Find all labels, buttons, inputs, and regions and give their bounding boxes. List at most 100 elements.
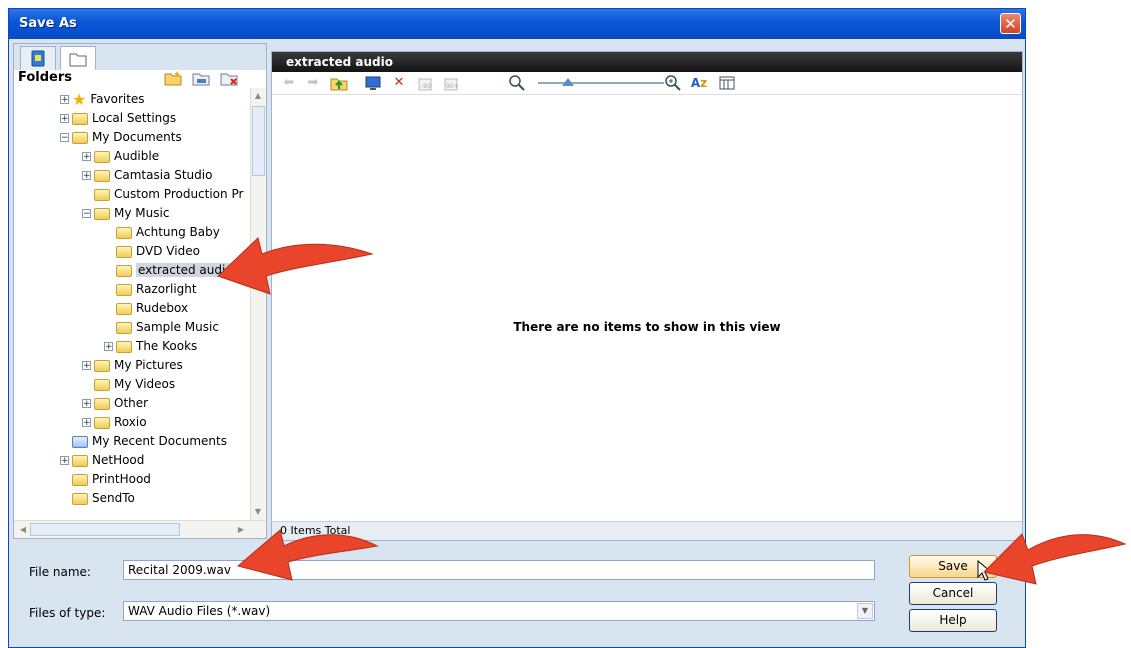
rotate-left-icon[interactable]: -90 <box>416 74 434 92</box>
folder-icon <box>116 226 132 239</box>
tree-vertical-scrollbar[interactable]: ▲ ▼ <box>250 88 266 520</box>
zoom-out-icon[interactable] <box>508 74 526 92</box>
annotation-arrow-icon <box>217 237 374 295</box>
folder-icon <box>116 283 132 296</box>
annotation-arrow-icon <box>983 533 1127 585</box>
tree-item-label: Rudebox <box>136 301 189 315</box>
folders-title: Folders <box>18 70 73 85</box>
zoom-in-icon[interactable] <box>664 74 682 92</box>
tree-item[interactable]: + ★ Favorites <box>60 90 145 109</box>
tree-item[interactable]: DVD Video <box>104 242 200 261</box>
tree-item[interactable]: + My Pictures <box>82 356 183 375</box>
tree-item[interactable]: Sample Music <box>104 318 219 337</box>
file-name-label: File name: <box>29 565 91 579</box>
tree-item[interactable]: PrintHood <box>60 470 151 489</box>
folder-icon <box>94 207 110 220</box>
tree-item-label: NetHood <box>92 453 145 467</box>
help-button[interactable]: Help <box>909 609 997 632</box>
tree-item-label: My Documents <box>92 130 182 144</box>
expand-toggle-icon[interactable]: + <box>82 152 91 162</box>
tree-scroll-thumb[interactable] <box>252 106 265 176</box>
tree-item[interactable]: Rudebox <box>104 299 188 318</box>
expand-toggle-icon[interactable]: − <box>60 133 69 143</box>
expand-toggle-icon[interactable]: + <box>82 171 91 181</box>
annotation-arrow-icon <box>236 529 379 581</box>
up-folder-icon[interactable] <box>330 74 348 92</box>
file-type-label: Files of type: <box>29 606 106 620</box>
expand-toggle-icon[interactable]: + <box>82 361 91 371</box>
tree-item[interactable]: + Other <box>82 394 148 413</box>
file-view-pane: extracted audio ⬅ ➡ ✕ -90 90+ Az There a… <box>271 51 1023 541</box>
title-bar[interactable]: Save As ✕ <box>9 9 1025 39</box>
delete-icon[interactable]: ✕ <box>390 74 408 92</box>
close-button[interactable]: ✕ <box>1000 13 1021 34</box>
tree-item[interactable]: − My Documents <box>60 128 182 147</box>
expand-toggle-icon[interactable]: − <box>82 209 91 219</box>
tree-item-label: My Pictures <box>114 358 183 372</box>
forward-icon[interactable]: ➡ <box>304 74 322 92</box>
tree-hscroll-thumb[interactable] <box>30 523 180 536</box>
tree-item[interactable]: + Local Settings <box>60 109 176 128</box>
tree-item[interactable]: SendTo <box>60 489 135 508</box>
rename-folder-icon[interactable] <box>192 70 210 86</box>
tree-item[interactable]: Razorlight <box>104 280 197 299</box>
tree-item[interactable]: Achtung Baby <box>104 223 220 242</box>
svg-text:-90: -90 <box>421 83 431 90</box>
tree-item[interactable]: Custom Production Pr <box>82 185 243 204</box>
folder-icon <box>94 188 110 201</box>
expand-toggle-icon[interactable]: + <box>60 95 69 105</box>
view-icon[interactable] <box>718 74 736 92</box>
folders-header: Folders <box>14 70 266 88</box>
desktop-icon[interactable] <box>364 74 382 92</box>
tree-item[interactable]: + Audible <box>82 147 159 166</box>
expand-toggle-icon[interactable]: + <box>82 418 91 428</box>
tree-item-label: Custom Production Pr <box>114 187 244 201</box>
folder-icon <box>116 264 132 277</box>
tree-horizontal-scrollbar[interactable]: ◀ ▶ <box>14 520 266 538</box>
zoom-slider-thumb[interactable] <box>562 78 574 86</box>
tree-item[interactable]: + Roxio <box>82 413 147 432</box>
scroll-left-icon[interactable]: ◀ <box>16 523 30 537</box>
tree-item-label: Audible <box>114 149 160 163</box>
expand-toggle-icon[interactable]: + <box>104 342 113 352</box>
delete-folder-icon[interactable] <box>220 70 238 86</box>
scroll-up-icon[interactable]: ▲ <box>251 89 265 103</box>
zoom-slider-track[interactable] <box>538 82 664 84</box>
tree-item-label: Roxio <box>114 415 147 429</box>
tree-item-label: Achtung Baby <box>136 225 220 239</box>
chevron-down-icon[interactable]: ▼ <box>857 603 873 619</box>
expand-toggle-icon[interactable]: + <box>60 114 69 124</box>
tree-item-label: DVD Video <box>136 244 200 258</box>
desktop-tab-icon <box>31 50 45 67</box>
new-folder-icon[interactable] <box>164 70 182 86</box>
desktop-tab[interactable] <box>20 46 56 70</box>
back-icon[interactable]: ⬅ <box>280 74 298 92</box>
rotate-right-icon[interactable]: 90+ <box>442 74 460 92</box>
folder-icon <box>72 473 88 486</box>
sort-icon[interactable]: Az <box>690 74 708 92</box>
tree-item-label: SendTo <box>92 491 135 505</box>
tree-item[interactable]: + The Kooks <box>104 337 197 356</box>
expand-toggle-icon[interactable]: + <box>82 399 91 409</box>
recent-docs-icon <box>72 435 88 448</box>
tree-item[interactable]: My Recent Documents <box>60 432 227 451</box>
file-type-select[interactable]: WAV Audio Files (*.wav) ▼ <box>123 601 875 621</box>
folder-icon <box>94 378 110 391</box>
folder-icon <box>94 416 110 429</box>
folder-tree: + ★ Favorites + Local Settings − My Documents +… <box>14 88 248 520</box>
folder-tab[interactable] <box>60 46 96 72</box>
svg-text:90+: 90+ <box>446 83 459 90</box>
save-as-dialog: Save As ✕ Folders + ★ Favorites + Local … <box>8 8 1026 648</box>
tree-item[interactable]: My Videos <box>82 375 175 394</box>
folder-icon <box>116 302 132 315</box>
tree-item-label: Camtasia Studio <box>114 168 213 182</box>
expand-toggle-icon[interactable]: + <box>60 456 69 466</box>
tree-item-label: Local Settings <box>92 111 177 125</box>
tree-item-label: My Recent Documents <box>92 434 227 448</box>
tree-item[interactable]: + NetHood <box>60 451 144 470</box>
file-type-value: WAV Audio Files (*.wav) <box>128 604 271 618</box>
tree-item[interactable]: − My Music <box>82 204 169 223</box>
tree-item-label: The Kooks <box>136 339 198 353</box>
tree-item-label: My Videos <box>114 377 176 391</box>
tree-item[interactable]: + Camtasia Studio <box>82 166 212 185</box>
